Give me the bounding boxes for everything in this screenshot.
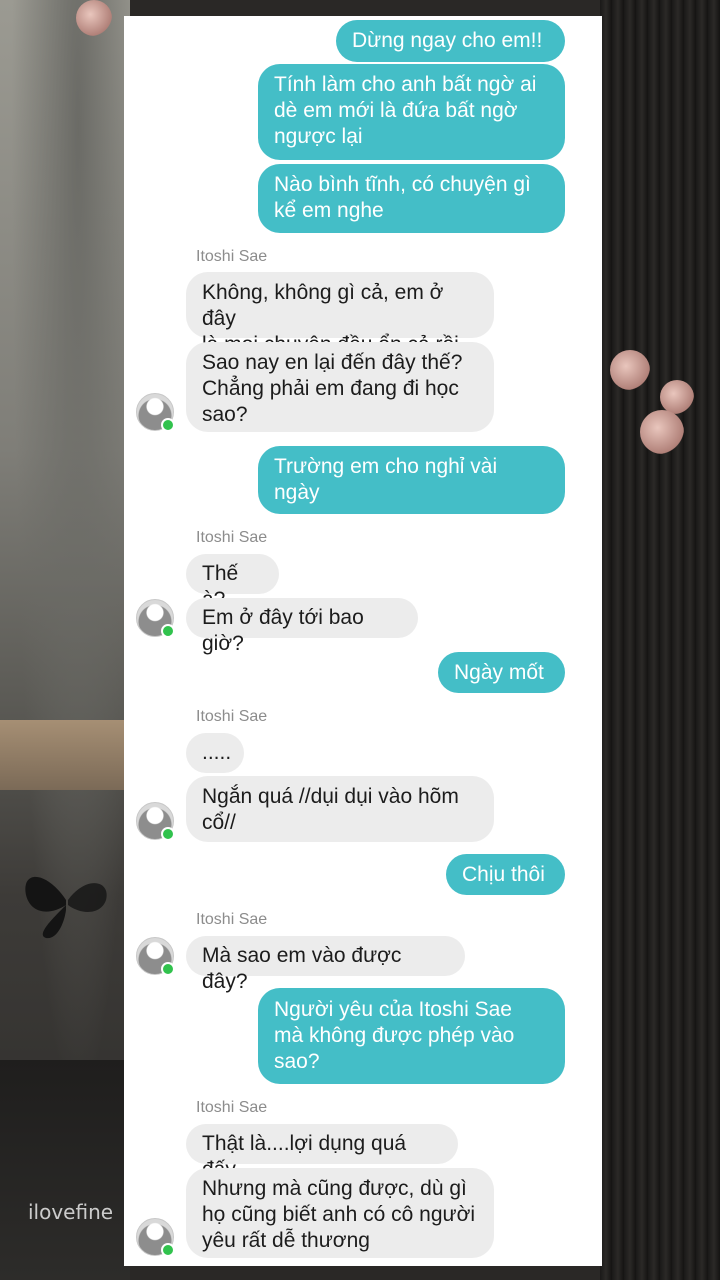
watermark: ilovefine (28, 1200, 114, 1224)
message-line: Ngày mốt (454, 661, 544, 684)
message-line: Tính làm cho anh bất ngờ ai (274, 73, 537, 96)
message-bubble-outgoing[interactable]: Chịu thôi (446, 854, 565, 895)
background-right-curtain (600, 0, 720, 1280)
contact-avatar[interactable] (136, 802, 175, 841)
contact-name: Itoshi Sae (196, 529, 268, 546)
message-line: sao? (202, 403, 248, 426)
message-bubble-incoming[interactable]: Mà sao em vào được đây? (186, 936, 465, 993)
background-flower (610, 350, 650, 390)
message-line: sao? (274, 1050, 320, 1073)
message-line: Người yêu của Itoshi Sae (274, 998, 512, 1021)
message-bubble-incoming[interactable]: Em ở đây tới bao giờ? (186, 598, 418, 655)
message-bubble-incoming[interactable]: Không, không gì cả, em ở đây là mọi chuy… (186, 272, 494, 356)
contact-name: Itoshi Sae (196, 911, 268, 928)
message-line: Dừng ngay cho em!! (352, 29, 543, 52)
online-status-icon (161, 418, 175, 432)
message-line: Chẳng phải em đang đi học (202, 377, 459, 400)
message-line: ..... (202, 741, 232, 764)
message-bubble-incoming[interactable]: Ngắn quá //dụi dụi vào hõm cổ// (186, 776, 494, 842)
contact-name: Itoshi Sae (196, 708, 268, 725)
message-line: mà không được phép vào (274, 1024, 515, 1047)
message-bubble-outgoing[interactable]: Ngày mốt (438, 652, 565, 693)
message-line: Nào bình tĩnh, có chuyện gì (274, 173, 531, 196)
message-line: Không, không gì cả, em ở đây (202, 281, 444, 330)
background-flower (640, 410, 684, 454)
message-bubble-outgoing[interactable]: Tính làm cho anh bất ngờ ai dè em mới là… (258, 64, 565, 160)
contact-name: Itoshi Sae (196, 248, 268, 265)
online-status-icon (161, 624, 175, 638)
butterfly-icon (25, 876, 107, 939)
online-status-icon (161, 1243, 175, 1257)
message-bubble-incoming[interactable]: Thật là....lợi dụng quá đấy (186, 1124, 458, 1181)
contact-avatar[interactable] (136, 937, 175, 976)
message-bubble-outgoing[interactable]: Trường em cho nghỉ vài ngày (258, 446, 565, 514)
message-line: ngày (274, 481, 320, 504)
contact-avatar[interactable] (136, 393, 175, 432)
contact-name: Itoshi Sae (196, 1099, 268, 1116)
online-status-icon (161, 962, 175, 976)
message-line: Ngắn quá //dụi dụi vào hõm (202, 785, 459, 808)
message-line: cổ// (202, 811, 236, 834)
message-line: dè em mới là đứa bất ngờ (274, 99, 518, 122)
message-line: Sao nay en lại đến đây thế? (202, 351, 463, 374)
message-line: yêu rất dễ thương (202, 1229, 370, 1252)
online-status-icon (161, 827, 175, 841)
background-left-room (0, 0, 130, 1280)
background-wall-panel (0, 720, 130, 790)
message-bubble-incoming[interactable]: Sao nay en lại đến đây thế? Chẳng phải e… (186, 342, 494, 432)
background-flower (76, 0, 112, 36)
message-bubble-outgoing[interactable]: Nào bình tĩnh, có chuyện gì kể em nghe (258, 164, 565, 233)
message-bubble-outgoing[interactable]: Người yêu của Itoshi Sae mà không được p… (258, 988, 565, 1084)
contact-avatar[interactable] (136, 599, 175, 638)
message-line: Trường em cho nghỉ vài (274, 455, 498, 478)
message-bubble-incoming[interactable]: Thế à? (186, 554, 279, 611)
background-flower (660, 380, 694, 414)
message-line: Nhưng mà cũng được, dù gì (202, 1177, 467, 1200)
message-bubble-outgoing[interactable]: Dừng ngay cho em!! (336, 20, 565, 62)
message-line: họ cũng biết anh có cô người (202, 1203, 476, 1226)
message-line: ngược lại (274, 125, 363, 148)
chat-panel[interactable]: Dừng ngay cho em!! Tính làm cho anh bất … (124, 16, 602, 1266)
message-line: kể em nghe (274, 199, 384, 222)
background-table (0, 1060, 130, 1280)
message-line: Chịu thôi (462, 863, 545, 886)
message-bubble-incoming[interactable]: Nhưng mà cũng được, dù gì họ cũng biết a… (186, 1168, 494, 1258)
message-bubble-incoming[interactable]: ..... (186, 733, 244, 773)
contact-avatar[interactable] (136, 1218, 175, 1257)
message-line: Em ở đây tới bao giờ? (202, 606, 364, 655)
